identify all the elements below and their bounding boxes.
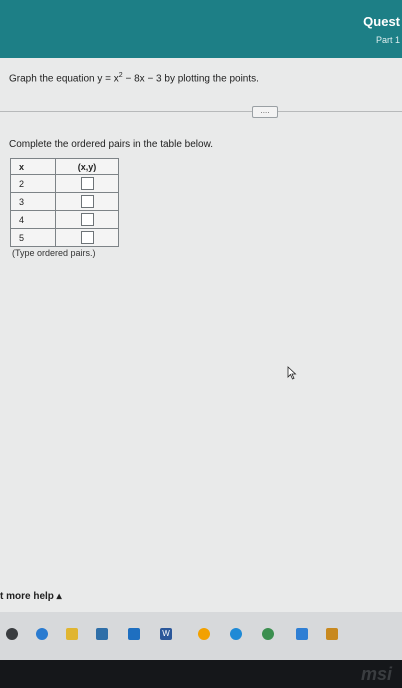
monitor-bezel: msi — [0, 660, 402, 688]
x-value: 2 — [10, 174, 56, 193]
search-icon[interactable] — [36, 628, 48, 640]
answer-input[interactable] — [80, 195, 94, 208]
taskbar: W — [0, 612, 402, 660]
divider — [0, 111, 402, 112]
brand-logo: msi — [360, 664, 392, 684]
table-row: 4 — [10, 210, 119, 229]
header-x: x — [10, 158, 56, 175]
header-bar: Quest Part 1 — [0, 0, 402, 58]
chrome-icon[interactable] — [198, 628, 210, 640]
header-title: Quest — [363, 14, 400, 29]
xy-cell — [55, 192, 119, 211]
ordered-pairs-table: x (x,y) 2 3 4 5 — [10, 158, 119, 247]
x-value: 5 — [10, 228, 56, 247]
table-header-row: x (x,y) — [10, 158, 119, 175]
game-icon[interactable] — [262, 628, 274, 640]
mail-icon[interactable] — [128, 628, 140, 640]
store-icon[interactable] — [296, 628, 308, 640]
format-hint: (Type ordered pairs.) — [12, 248, 96, 258]
table-row: 2 — [10, 174, 119, 193]
app-icon[interactable] — [326, 628, 338, 640]
xy-cell — [55, 174, 119, 193]
table-row: 3 — [10, 192, 119, 211]
get-more-help-link[interactable]: t more help ▴ — [0, 591, 62, 602]
instruction-suffix: − 8x − 3 by plotting the points. — [122, 73, 259, 85]
part-label: Part 1 — [375, 35, 400, 45]
media-icon[interactable] — [230, 628, 242, 640]
instruction-prefix: Graph the equation y = x — [9, 73, 119, 85]
word-icon[interactable]: W — [160, 628, 172, 640]
more-options-button[interactable]: .... — [252, 106, 278, 118]
table-prompt: Complete the ordered pairs in the table … — [9, 139, 214, 150]
screen: Quest Part 1 Graph the equation y = x2 −… — [0, 0, 402, 612]
x-value: 3 — [10, 192, 56, 211]
answer-input[interactable] — [80, 213, 94, 226]
graph-instruction: Graph the equation y = x2 − 8x − 3 by pl… — [9, 72, 259, 84]
xy-cell — [55, 228, 119, 247]
header-xy: (x,y) — [55, 158, 119, 175]
browser-icon[interactable] — [96, 628, 108, 640]
x-value: 4 — [10, 210, 56, 229]
files-icon[interactable] — [66, 628, 78, 640]
table-row: 5 — [10, 228, 119, 247]
xy-cell — [55, 210, 119, 229]
start-icon[interactable] — [6, 628, 18, 640]
mouse-cursor-icon — [287, 366, 297, 380]
answer-input[interactable] — [80, 177, 94, 190]
answer-input[interactable] — [80, 231, 94, 244]
